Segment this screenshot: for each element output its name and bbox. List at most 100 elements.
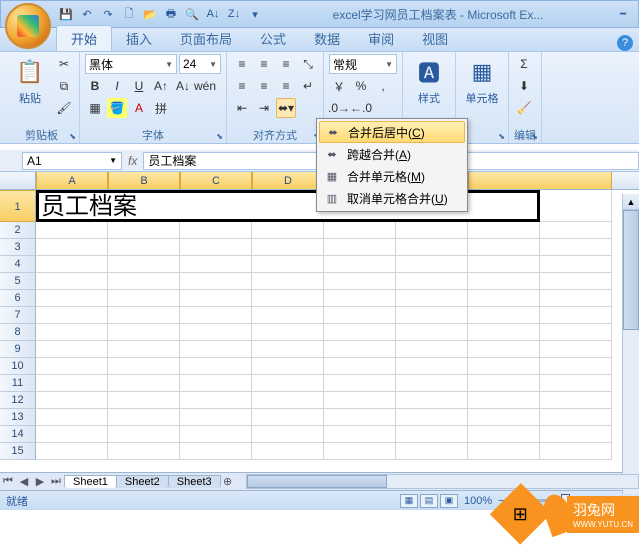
new-icon[interactable]: 🗋 <box>120 5 138 23</box>
cell[interactable] <box>396 375 468 392</box>
merge-center-button[interactable]: ⬌▾ <box>276 98 296 118</box>
cell[interactable] <box>36 358 108 375</box>
cell[interactable] <box>468 375 540 392</box>
row-head[interactable]: 12 <box>0 392 36 409</box>
underline-button[interactable]: U <box>129 76 149 96</box>
cell[interactable] <box>396 290 468 307</box>
cells-button[interactable]: ▦ 单元格 <box>461 54 503 106</box>
cell[interactable] <box>36 409 108 426</box>
wrap-text-icon[interactable]: ↵ <box>298 76 318 96</box>
cell[interactable] <box>396 341 468 358</box>
cell[interactable] <box>396 222 468 239</box>
row-head[interactable]: 4 <box>0 256 36 273</box>
cell[interactable] <box>36 239 108 256</box>
cell[interactable] <box>468 341 540 358</box>
row-head[interactable]: 1 <box>0 190 36 222</box>
redo-icon[interactable]: ↷ <box>99 5 117 23</box>
tab-data[interactable]: 数据 <box>300 26 354 51</box>
cell[interactable] <box>180 222 252 239</box>
row-head[interactable]: 11 <box>0 375 36 392</box>
font-size-combo[interactable]: 24▼ <box>179 54 221 74</box>
cell[interactable] <box>324 426 396 443</box>
row-head[interactable]: 13 <box>0 409 36 426</box>
sheet-tab-1[interactable]: Sheet1 <box>64 475 117 488</box>
shrink-font-icon[interactable]: A↓ <box>173 76 193 96</box>
tab-layout[interactable]: 页面布局 <box>166 26 246 51</box>
col-head-c[interactable]: C <box>180 172 252 189</box>
cell[interactable] <box>36 307 108 324</box>
office-button[interactable] <box>5 3 51 49</box>
cell[interactable] <box>324 222 396 239</box>
cell[interactable] <box>108 392 180 409</box>
preview-icon[interactable]: 🔍 <box>183 5 201 23</box>
cell[interactable] <box>252 222 324 239</box>
cell[interactable] <box>252 392 324 409</box>
select-all-corner[interactable] <box>0 172 36 189</box>
cell[interactable] <box>468 239 540 256</box>
open-icon[interactable]: 📂 <box>141 5 159 23</box>
view-break-icon[interactable]: ▣ <box>440 494 458 508</box>
styles-button[interactable]: 🅰 样式 <box>408 54 450 106</box>
cell[interactable] <box>108 358 180 375</box>
row-head[interactable]: 15 <box>0 443 36 460</box>
cell[interactable] <box>468 256 540 273</box>
cell[interactable] <box>540 222 612 239</box>
decrease-indent-icon[interactable]: ⇤ <box>232 98 252 118</box>
cell[interactable] <box>540 290 612 307</box>
tab-view[interactable]: 视图 <box>408 26 462 51</box>
align-left-icon[interactable]: ≡ <box>232 76 252 96</box>
cell[interactable] <box>468 290 540 307</box>
cell[interactable] <box>180 409 252 426</box>
sort-asc-icon[interactable]: A↓ <box>204 5 222 23</box>
cell[interactable] <box>252 341 324 358</box>
cell[interactable] <box>468 324 540 341</box>
cell[interactable] <box>180 307 252 324</box>
cell[interactable] <box>396 256 468 273</box>
cell[interactable] <box>108 307 180 324</box>
cell[interactable] <box>180 256 252 273</box>
cell[interactable] <box>396 443 468 460</box>
cell[interactable] <box>36 222 108 239</box>
paste-button[interactable]: 📋 粘贴 <box>9 54 51 106</box>
cell[interactable] <box>252 443 324 460</box>
cell[interactable] <box>252 290 324 307</box>
cell[interactable] <box>108 273 180 290</box>
cell[interactable] <box>396 426 468 443</box>
cell[interactable] <box>108 324 180 341</box>
orientation-icon[interactable]: ⤡ <box>298 54 318 74</box>
worksheet-grid[interactable]: A B C D E F 1员工档案23456789101112131415 <box>0 172 639 472</box>
cell[interactable] <box>36 256 108 273</box>
sheet-nav-prev-icon[interactable]: ◀ <box>16 474 32 490</box>
row-head[interactable]: 8 <box>0 324 36 341</box>
cell[interactable] <box>324 409 396 426</box>
cell[interactable] <box>108 290 180 307</box>
cell[interactable] <box>468 392 540 409</box>
row-head[interactable]: 9 <box>0 341 36 358</box>
phonetic-icon[interactable]: wén <box>195 76 215 96</box>
decrease-decimal-icon[interactable]: ←.0 <box>351 98 371 118</box>
sort-desc-icon[interactable]: Z↓ <box>225 5 243 23</box>
format-painter-icon[interactable]: 🖌 <box>54 98 74 118</box>
view-normal-icon[interactable]: ▦ <box>400 494 418 508</box>
col-head-g[interactable] <box>468 172 612 189</box>
save-icon[interactable]: 💾 <box>57 5 75 23</box>
vertical-scrollbar[interactable]: ▲ <box>622 194 639 494</box>
undo-icon[interactable]: ↶ <box>78 5 96 23</box>
cell[interactable] <box>108 443 180 460</box>
tab-formulas[interactable]: 公式 <box>246 26 300 51</box>
cell[interactable] <box>324 307 396 324</box>
cell[interactable] <box>324 443 396 460</box>
cell[interactable] <box>36 290 108 307</box>
cell[interactable] <box>468 307 540 324</box>
cell[interactable] <box>468 426 540 443</box>
cell[interactable] <box>468 222 540 239</box>
horizontal-scroll-thumb[interactable] <box>247 475 387 488</box>
cell[interactable] <box>324 290 396 307</box>
cell[interactable] <box>540 375 612 392</box>
cell[interactable] <box>108 409 180 426</box>
menu-merge-cells[interactable]: ▦ 合并单元格(M) <box>319 165 465 187</box>
cell[interactable] <box>108 341 180 358</box>
view-layout-icon[interactable]: ▤ <box>420 494 438 508</box>
scroll-up-icon[interactable]: ▲ <box>623 194 639 210</box>
grow-font-icon[interactable]: A↑ <box>151 76 171 96</box>
